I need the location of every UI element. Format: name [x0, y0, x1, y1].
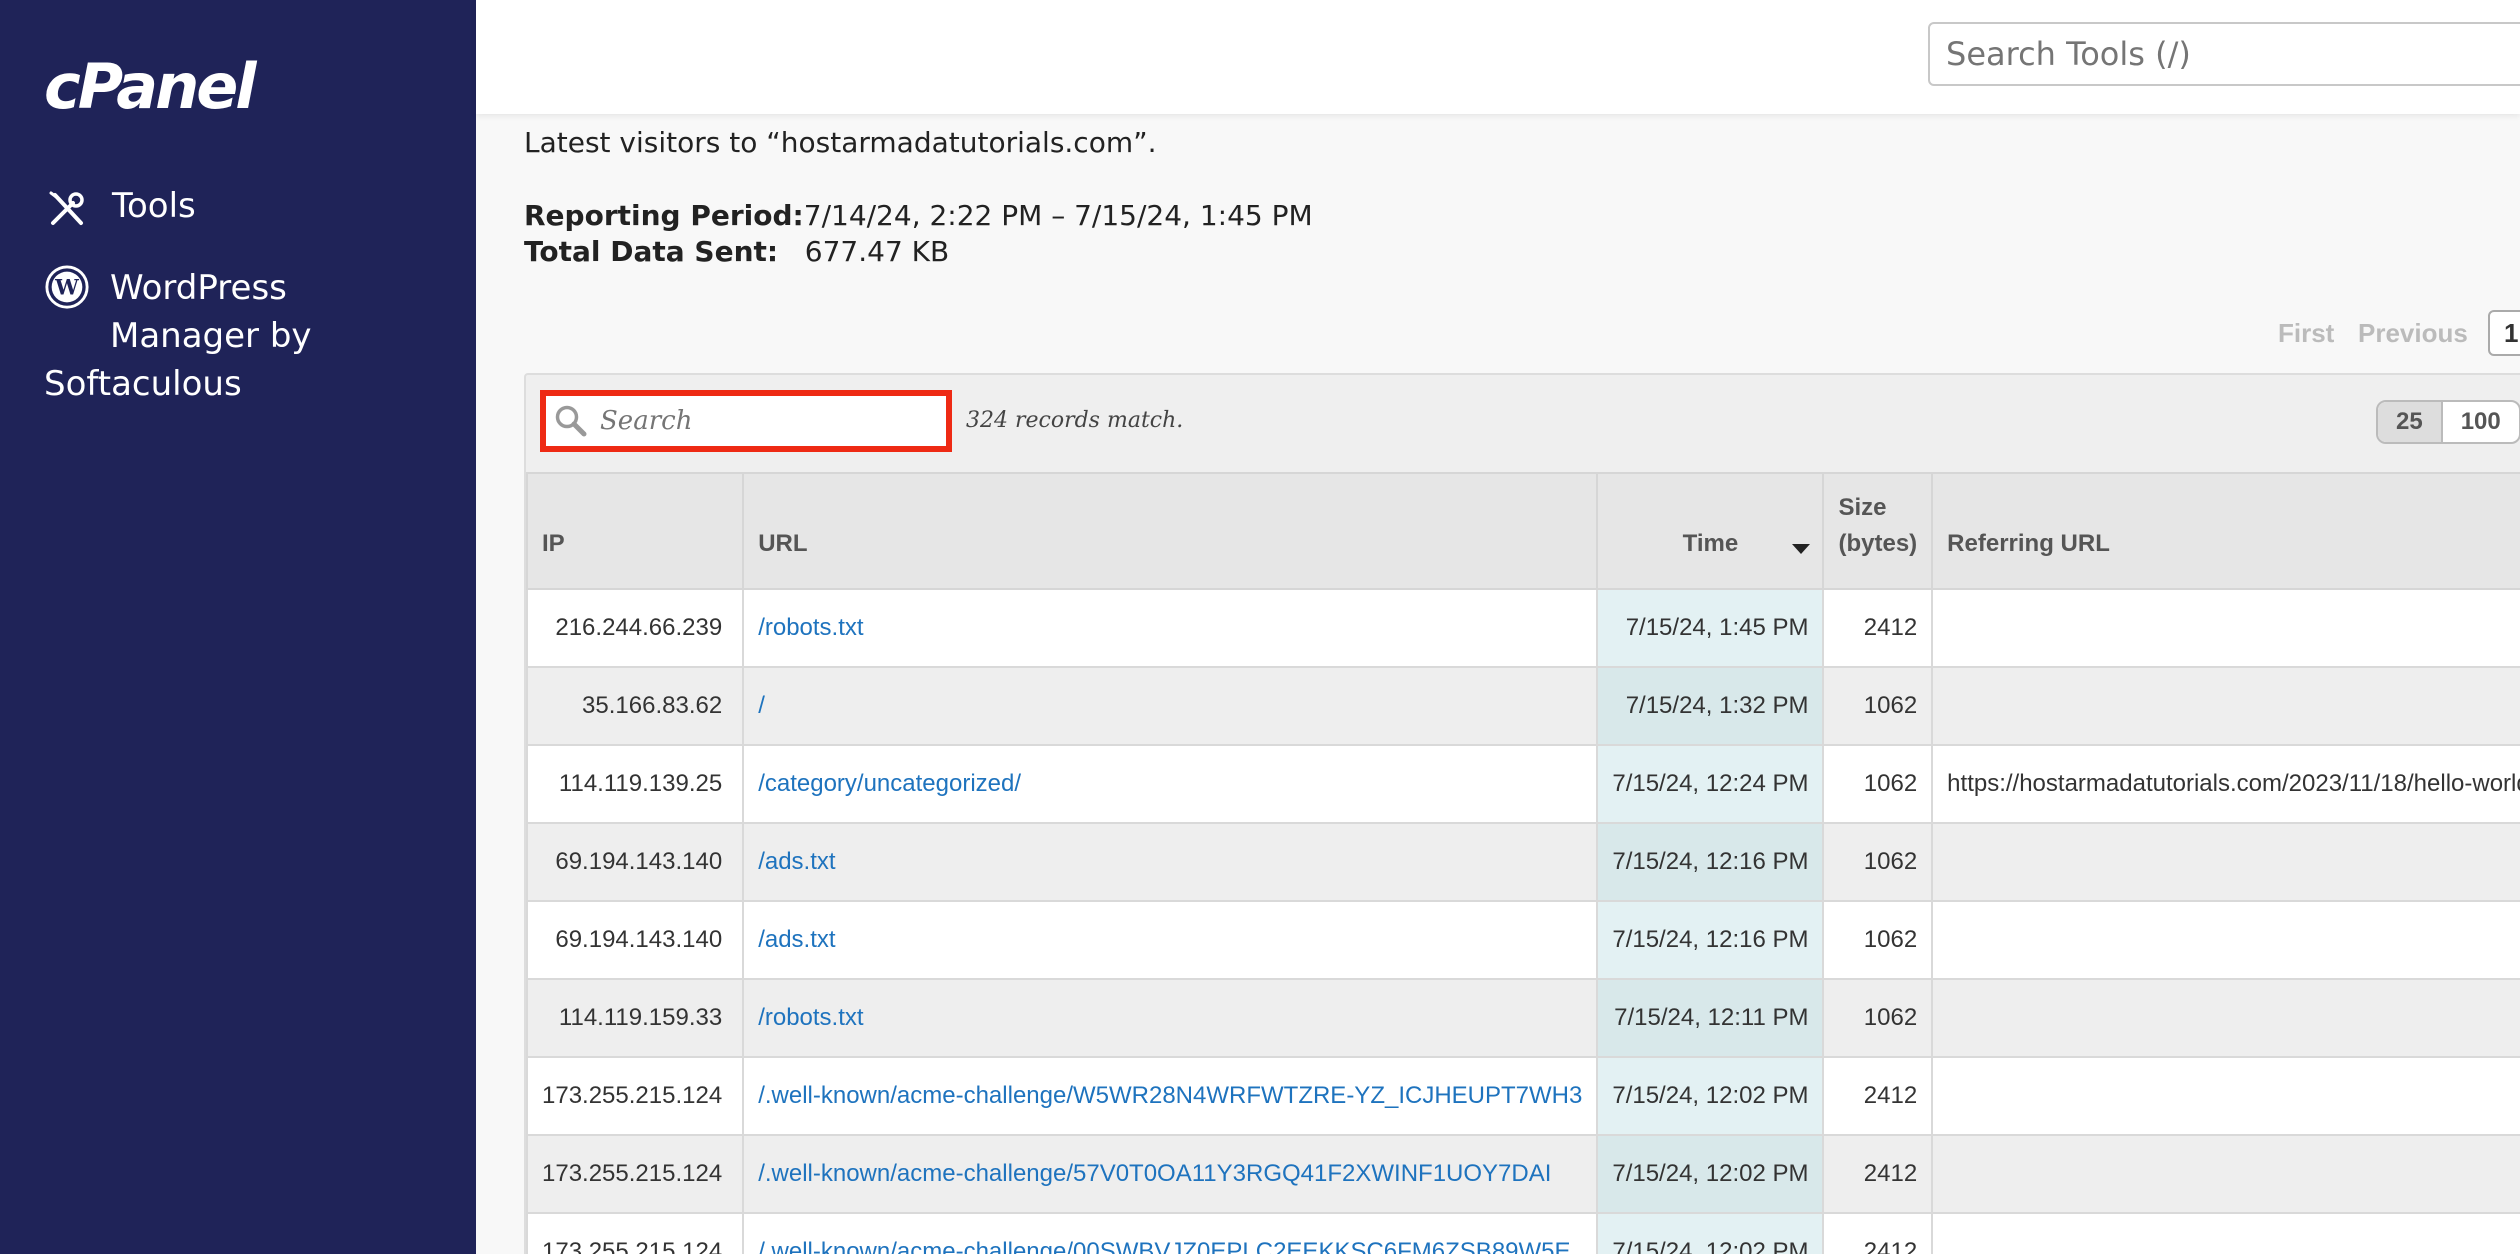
cell-size: 2412 — [1822, 1134, 1934, 1214]
cpanel-logo[interactable]: cPanel — [44, 50, 257, 123]
cell-size: 1062 — [1822, 666, 1934, 746]
table-row: 114.119.139.25 /category/uncategorized/ … — [525, 744, 2520, 824]
cell-url-link[interactable]: /.well-known/acme-challenge/W5WR28N4WRFW… — [742, 1056, 1599, 1136]
total-data-value: 677.47 KB — [804, 235, 950, 268]
tools-icon — [44, 186, 90, 232]
col-header-time[interactable]: Time — [1596, 472, 1825, 590]
cell-time: 7/15/24, 12:24 PM — [1596, 744, 1825, 824]
cell-referring-url — [1931, 822, 2520, 902]
cell-referring-url — [1931, 900, 2520, 980]
cell-time: 7/15/24, 12:02 PM — [1596, 1134, 1825, 1214]
cell-referring-url — [1931, 978, 2520, 1058]
cell-url-link[interactable]: /ads.txt — [742, 822, 1599, 902]
table-row: 69.194.143.140 /ads.txt 7/15/24, 12:16 P… — [525, 900, 2520, 980]
table-row: 173.255.215.124 /.well-known/acme-challe… — [525, 1056, 2520, 1136]
table-row: 173.255.215.124 /.well-known/acme-challe… — [525, 1134, 2520, 1214]
table-row: 69.194.143.140 /ads.txt 7/15/24, 12:16 P… — [525, 822, 2520, 902]
cell-ip: 173.255.215.124 — [525, 1056, 745, 1136]
col-header-ip[interactable]: IP — [525, 472, 745, 590]
cell-ip: 114.119.139.25 — [525, 744, 745, 824]
pager-first[interactable]: First — [2278, 318, 2334, 349]
total-data-label: Total Data Sent: — [524, 235, 779, 268]
cell-time: 7/15/24, 12:16 PM — [1596, 900, 1825, 980]
cell-size: 2412 — [1822, 1212, 1934, 1254]
sort-desc-icon — [1792, 544, 1811, 554]
table-row: 216.244.66.239 /robots.txt 7/15/24, 1:45… — [525, 588, 2520, 668]
per-page-100[interactable]: 100 — [2443, 402, 2519, 442]
cell-ip: 69.194.143.140 — [525, 900, 745, 980]
wordpress-icon: W — [44, 264, 90, 310]
cell-referring-url — [1931, 666, 2520, 746]
cell-size: 1062 — [1822, 822, 1934, 902]
sidebar-item-label: WordPress Manager by Softaculous — [44, 268, 312, 404]
cell-referring-url — [1931, 1056, 2520, 1136]
table-row: 173.255.215.124 /.well-known/acme-challe… — [525, 1212, 2520, 1254]
cell-referring-url — [1931, 588, 2520, 668]
cell-url-link[interactable]: /.well-known/acme-challenge/57V0T0OA11Y3… — [742, 1134, 1599, 1214]
cell-size: 1062 — [1822, 900, 1934, 980]
cell-referring-url — [1931, 1134, 2520, 1214]
sidebar-item-wordpress-manager[interactable]: W WordPress Manager by Softaculous — [44, 264, 312, 408]
page-intro: Latest visitors to “hostarmadatutorials.… — [524, 126, 1157, 159]
cell-referring-url: https://hostarmadatutorials.com/2023/11/… — [1931, 744, 2520, 824]
search-tools-input[interactable] — [1928, 22, 2520, 86]
cell-time: 7/15/24, 12:02 PM — [1596, 1056, 1825, 1136]
col-header-referring-url[interactable]: Referring URL — [1931, 472, 2520, 590]
cell-time: 7/15/24, 12:02 PM — [1596, 1212, 1825, 1254]
cell-ip: 35.166.83.62 — [525, 666, 745, 746]
table-row: 114.119.159.33 /robots.txt 7/15/24, 12:1… — [525, 978, 2520, 1058]
cell-ip: 173.255.215.124 — [525, 1212, 745, 1254]
table-row: 35.166.83.62 / 7/15/24, 1:32 PM 1062 — [525, 666, 2520, 746]
cell-url-link[interactable]: /.well-known/acme-challenge/00SWBVJZ0EPL… — [742, 1212, 1599, 1254]
table-search[interactable] — [540, 390, 952, 452]
col-header-size[interactable]: Size (bytes) — [1822, 472, 1934, 590]
sidebar-item-label: Tools — [112, 186, 196, 226]
cell-ip: 173.255.215.124 — [525, 1134, 745, 1214]
cell-size: 2412 — [1822, 1056, 1934, 1136]
per-page-25[interactable]: 25 — [2378, 402, 2443, 442]
cell-url-link[interactable]: /robots.txt — [742, 978, 1599, 1058]
cell-size: 2412 — [1822, 588, 1934, 668]
reporting-period-value: 7/14/24, 2:22 PM – 7/15/24, 1:45 PM — [803, 199, 1313, 232]
cell-time: 7/15/24, 1:45 PM — [1596, 588, 1825, 668]
cell-url-link[interactable]: /ads.txt — [742, 900, 1599, 980]
table-header-row: IP URL Time Size (bytes) Referring URL — [525, 472, 2520, 590]
sidebar-item-tools[interactable]: Tools — [44, 186, 196, 232]
records-match: 324 records match. — [966, 408, 1184, 433]
cell-ip: 216.244.66.239 — [525, 588, 745, 668]
visitors-table: IP URL Time Size (bytes) Referring URL 21… — [525, 472, 2520, 1254]
cell-url-link[interactable]: / — [742, 666, 1599, 746]
pager-previous[interactable]: Previous — [2358, 318, 2468, 349]
cell-size: 1062 — [1822, 978, 1934, 1058]
cell-time: 7/15/24, 12:11 PM — [1596, 978, 1825, 1058]
top-bar — [476, 0, 2520, 114]
cell-ip: 69.194.143.140 — [525, 822, 745, 902]
cell-size: 1062 — [1822, 744, 1934, 824]
cell-time: 7/15/24, 12:16 PM — [1596, 822, 1825, 902]
cell-ip: 114.119.159.33 — [525, 978, 745, 1058]
col-header-url[interactable]: URL — [742, 472, 1599, 590]
report-summary: Reporting Period:7/14/24, 2:22 PM – 7/15… — [524, 198, 1313, 270]
cell-time: 7/15/24, 1:32 PM — [1596, 666, 1825, 746]
pager-page-1[interactable]: 1 — [2488, 310, 2520, 356]
cell-url-link[interactable]: /robots.txt — [742, 588, 1599, 668]
search-icon — [554, 404, 588, 438]
search-input[interactable] — [600, 402, 940, 440]
sidebar: cPanel Tools W WordPress Manager by Soft… — [0, 0, 476, 1254]
svg-text:W: W — [54, 275, 79, 300]
per-page-selector: 25 100 — [2376, 400, 2520, 444]
reporting-period-label: Reporting Period: — [524, 199, 804, 232]
cell-referring-url — [1931, 1212, 2520, 1254]
cell-url-link[interactable]: /category/uncategorized/ — [742, 744, 1599, 824]
